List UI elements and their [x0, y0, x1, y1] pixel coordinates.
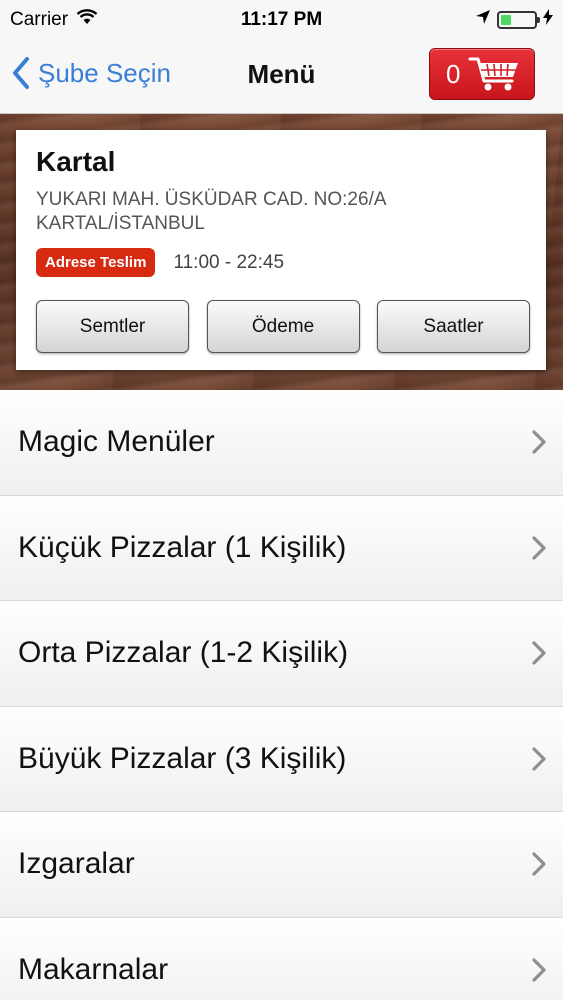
cart-count: 0 — [446, 58, 461, 89]
store-info-card: Kartal YUKARI MAH. ÜSKÜDAR CAD. NO:26/A … — [16, 130, 546, 370]
districts-button[interactable]: Semtler — [36, 300, 189, 353]
menu-item-kucuk-pizzalar[interactable]: Küçük Pizzalar (1 Kişilik) — [0, 495, 563, 601]
chevron-right-icon — [532, 641, 546, 665]
delivery-row: Adrese Teslim 11:00 - 22:45 — [36, 248, 526, 277]
payment-button[interactable]: Ödeme — [206, 300, 360, 353]
back-button-label: Şube Seçin — [38, 57, 171, 88]
store-address-line1: YUKARI MAH. ÜSKÜDAR CAD. NO:26/A — [36, 189, 387, 210]
chevron-right-icon — [532, 430, 546, 454]
menu-item-label: Orta Pizzalar (1-2 Kişilik) — [18, 636, 349, 670]
back-button[interactable]: Şube Seçin — [12, 56, 171, 90]
cart-button[interactable]: 0 — [429, 48, 535, 100]
store-hours: 11:00 - 22:45 — [173, 251, 285, 273]
store-address: YUKARI MAH. ÜSKÜDAR CAD. NO:26/A KARTAL/… — [36, 188, 526, 236]
chevron-right-icon — [532, 958, 546, 982]
chevron-right-icon — [532, 747, 546, 771]
chevron-right-icon — [532, 536, 546, 560]
store-card-buttons: Semtler Ödeme Saatler — [36, 300, 530, 353]
menu-item-label: Magic Menüler — [18, 425, 215, 459]
chevron-right-icon — [532, 852, 546, 876]
menu-item-label: Büyük Pizzalar (3 Kişilik) — [18, 741, 347, 775]
hours-button[interactable]: Saatler — [377, 300, 530, 353]
status-bar: Carrier 11:17 PM — [0, 0, 563, 40]
menu-item-makarnalar[interactable]: Makarnalar — [0, 917, 563, 1000]
menu-item-izgaralar[interactable]: Izgaralar — [0, 812, 563, 918]
store-header-background: Kartal YUKARI MAH. ÜSKÜDAR CAD. NO:26/A … — [0, 114, 563, 390]
status-right — [475, 9, 553, 31]
shopping-cart-icon — [468, 57, 519, 91]
menu-item-label: Makarnalar — [18, 952, 169, 986]
menu-category-list: Magic Menüler Küçük Pizzalar (1 Kişilik)… — [0, 390, 563, 1000]
menu-item-label: Küçük Pizzalar (1 Kişilik) — [18, 530, 347, 564]
menu-item-magic-menuler[interactable]: Magic Menüler — [0, 390, 563, 496]
store-address-line2: KARTAL/İSTANBUL — [36, 213, 205, 234]
menu-item-buyuk-pizzalar[interactable]: Büyük Pizzalar (3 Kişilik) — [0, 706, 563, 812]
delivery-badge: Adrese Teslim — [36, 248, 156, 277]
store-name: Kartal — [36, 146, 116, 177]
navigation-bar: Şube Seçin Menü 0 — [0, 40, 563, 114]
chevron-left-icon — [13, 57, 29, 89]
charging-bolt-icon — [543, 9, 553, 31]
location-arrow-icon — [475, 9, 491, 31]
battery-icon — [497, 11, 540, 29]
menu-item-orta-pizzalar[interactable]: Orta Pizzalar (1-2 Kişilik) — [0, 601, 563, 707]
menu-item-label: Izgaralar — [18, 847, 135, 881]
